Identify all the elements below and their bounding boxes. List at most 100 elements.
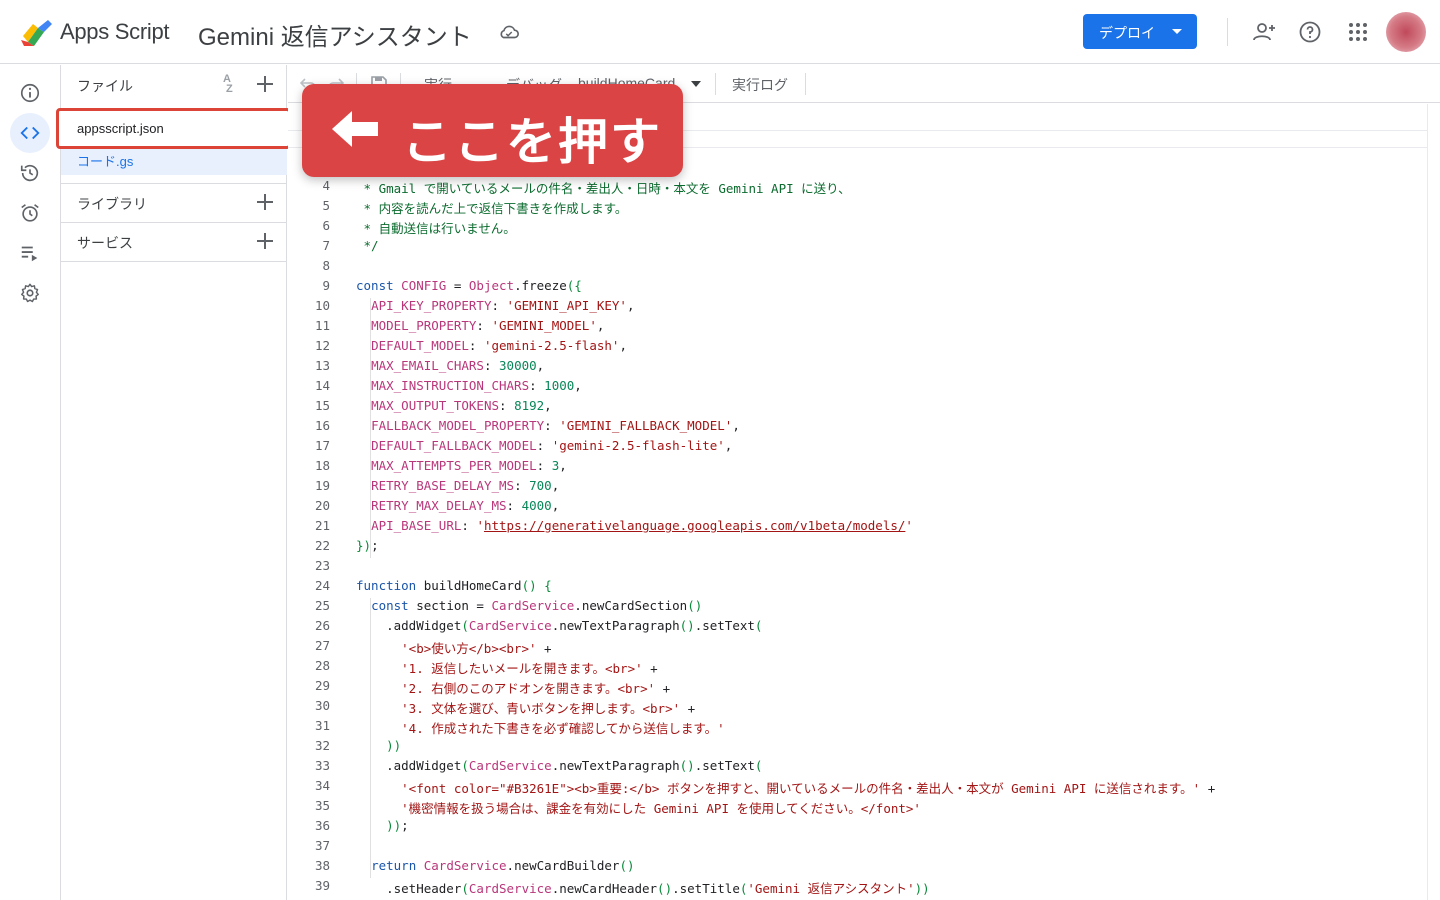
code-line[interactable]: */ (356, 238, 379, 253)
line-number: 35 (314, 798, 330, 813)
apps-grid-icon[interactable] (1346, 20, 1370, 44)
line-number: 14 (314, 378, 330, 393)
line-number: 25 (314, 598, 330, 613)
app-name[interactable]: Apps Script (60, 19, 170, 45)
code-line[interactable]: '1. 返信したいメールを開きます。<br>' + (356, 658, 658, 677)
code-line[interactable]: * 内容を読んだ上で返信下書きを作成します。 (356, 198, 628, 217)
code-line[interactable]: )) (356, 738, 401, 753)
alarm-icon (21, 204, 39, 222)
divider (61, 261, 287, 262)
code-editor[interactable]: 3 *4 * Gmail で開いているメールの件名・差出人・日時・本文を Gem… (288, 104, 1427, 900)
file-name: appsscript.json (77, 121, 164, 136)
line-number: 28 (314, 658, 330, 673)
services-title: サービス (77, 235, 133, 251)
deploy-label: デプロイ (1099, 25, 1155, 41)
line-number: 19 (314, 478, 330, 493)
cloud-icon (500, 25, 519, 39)
services-header[interactable]: サービス (61, 222, 287, 260)
code-line[interactable]: const CONFIG = Object.freeze({ (356, 278, 582, 293)
code-line[interactable]: MAX_ATTEMPTS_PER_MODEL: 3, (356, 458, 567, 473)
add-service-icon[interactable] (256, 232, 274, 250)
code-line[interactable]: MAX_EMAIL_CHARS: 30000, (356, 358, 544, 373)
code-line[interactable]: '機密情報を扱う場合は、課金を有効にした Gemini API を使用してくださ… (356, 798, 921, 817)
deploy-button[interactable]: デプロイ (1083, 14, 1197, 49)
libraries-title: ライブラリ (77, 196, 147, 212)
code-line[interactable]: * 自動送信は行いません。 (356, 218, 516, 237)
line-number: 34 (314, 778, 330, 793)
code-line[interactable]: '2. 右側のこのアドオンを開きます。<br>' + (356, 678, 670, 697)
code-line[interactable]: return CardService.newCardBuilder() (356, 858, 634, 873)
avatar[interactable] (1386, 12, 1426, 52)
info-icon (20, 83, 40, 103)
line-number: 26 (314, 618, 330, 633)
rail-item-executions[interactable] (10, 233, 50, 273)
libraries-header[interactable]: ライブラリ (61, 183, 287, 221)
code-line[interactable]: const section = CardService.newCardSecti… (356, 598, 702, 613)
code-line[interactable]: MAX_INSTRUCTION_CHARS: 1000, (356, 378, 582, 393)
line-number: 27 (314, 638, 330, 653)
toolbar-divider (805, 73, 806, 95)
header-divider (1227, 18, 1228, 46)
execution-log-button[interactable]: 実行ログ (732, 75, 788, 95)
code-line[interactable]: .setHeader(CardService.newCardHeader().s… (356, 878, 930, 897)
code-line[interactable]: * Gmail で開いているメールの件名・差出人・日時・本文を Gemini A… (356, 178, 851, 197)
executions-icon (21, 246, 38, 262)
sort-az-icon[interactable]: A Z (223, 74, 245, 95)
rail-item-triggers[interactable] (10, 193, 50, 233)
apps-script-logo[interactable] (20, 18, 54, 48)
file-item-appsscript-json[interactable]: appsscript.json (56, 108, 291, 149)
line-number: 24 (314, 578, 330, 593)
add-file-icon[interactable] (256, 75, 274, 93)
line-number: 12 (314, 338, 330, 353)
code-line[interactable]: RETRY_BASE_DELAY_MS: 700, (356, 478, 559, 493)
files-panel: ファイル A Z コード.gs ライブラリ サービス (61, 65, 287, 900)
code-line[interactable]: API_KEY_PROPERTY: 'GEMINI_API_KEY', (356, 298, 634, 313)
code-line[interactable]: DEFAULT_FALLBACK_MODEL: 'gemini-2.5-flas… (356, 438, 732, 453)
rail-item-editor[interactable] (10, 113, 50, 153)
line-number: 13 (314, 358, 330, 373)
code-line[interactable]: RETRY_MAX_DELAY_MS: 4000, (356, 498, 559, 513)
code-line[interactable]: '3. 文体を選び、青いボタンを押します。<br>' + (356, 698, 695, 717)
code-line[interactable]: FALLBACK_MODEL_PROPERTY: 'GEMINI_FALLBAC… (356, 418, 740, 433)
line-number: 17 (314, 438, 330, 453)
code-line[interactable]: API_BASE_URL: 'https://generativelanguag… (356, 518, 913, 533)
indent-guide (370, 298, 371, 558)
add-person-icon[interactable] (1252, 20, 1276, 44)
nav-rail (0, 65, 61, 900)
project-title[interactable]: Gemini 返信アシスタント (198, 17, 472, 52)
chevron-down-icon[interactable] (691, 81, 701, 87)
code-line[interactable]: MODEL_PROPERTY: 'GEMINI_MODEL', (356, 318, 604, 333)
instruction-callout: ここを押す (302, 84, 683, 177)
line-number: 30 (314, 698, 330, 713)
line-number: 29 (314, 678, 330, 693)
code-line[interactable]: DEFAULT_MODEL: 'gemini-2.5-flash', (356, 338, 627, 353)
code-line[interactable]: .addWidget(CardService.newTextParagraph(… (356, 618, 762, 633)
code-line[interactable]: '<font color="#B3261E"><b>重要:</b> ボタンを押す… (356, 778, 1215, 797)
indent-guide (370, 598, 371, 878)
line-number: 8 (322, 258, 330, 273)
line-number: 18 (314, 458, 330, 473)
line-number: 36 (314, 818, 330, 833)
code-line[interactable]: '4. 作成された下書きを必ず確認してから送信します。' (356, 718, 725, 737)
callout-text: ここを押す (402, 113, 662, 171)
code-line[interactable]: function buildHomeCard() { (356, 578, 552, 593)
code-line[interactable]: }); (356, 538, 379, 553)
help-icon[interactable] (1298, 20, 1322, 44)
files-header: ファイル A Z (61, 65, 287, 103)
code-icon (20, 126, 40, 140)
history-icon (20, 164, 39, 182)
code-line[interactable]: )); (356, 818, 409, 833)
settings-icon (21, 283, 39, 303)
code-line[interactable]: .addWidget(CardService.newTextParagraph(… (356, 758, 762, 773)
add-library-icon[interactable] (256, 193, 274, 211)
rail-item-history[interactable] (10, 153, 50, 193)
code-line[interactable]: MAX_OUTPUT_TOKENS: 8192, (356, 398, 552, 413)
line-number: 39 (314, 878, 330, 893)
rail-item-overview[interactable] (10, 73, 50, 113)
line-number: 16 (314, 418, 330, 433)
code-line[interactable]: '<b>使い方</b><br>' + (356, 638, 551, 657)
editor-scrollbar[interactable] (1427, 104, 1440, 900)
chevron-down-icon (1172, 29, 1182, 34)
rail-item-settings[interactable] (10, 273, 50, 313)
line-number: 22 (314, 538, 330, 553)
